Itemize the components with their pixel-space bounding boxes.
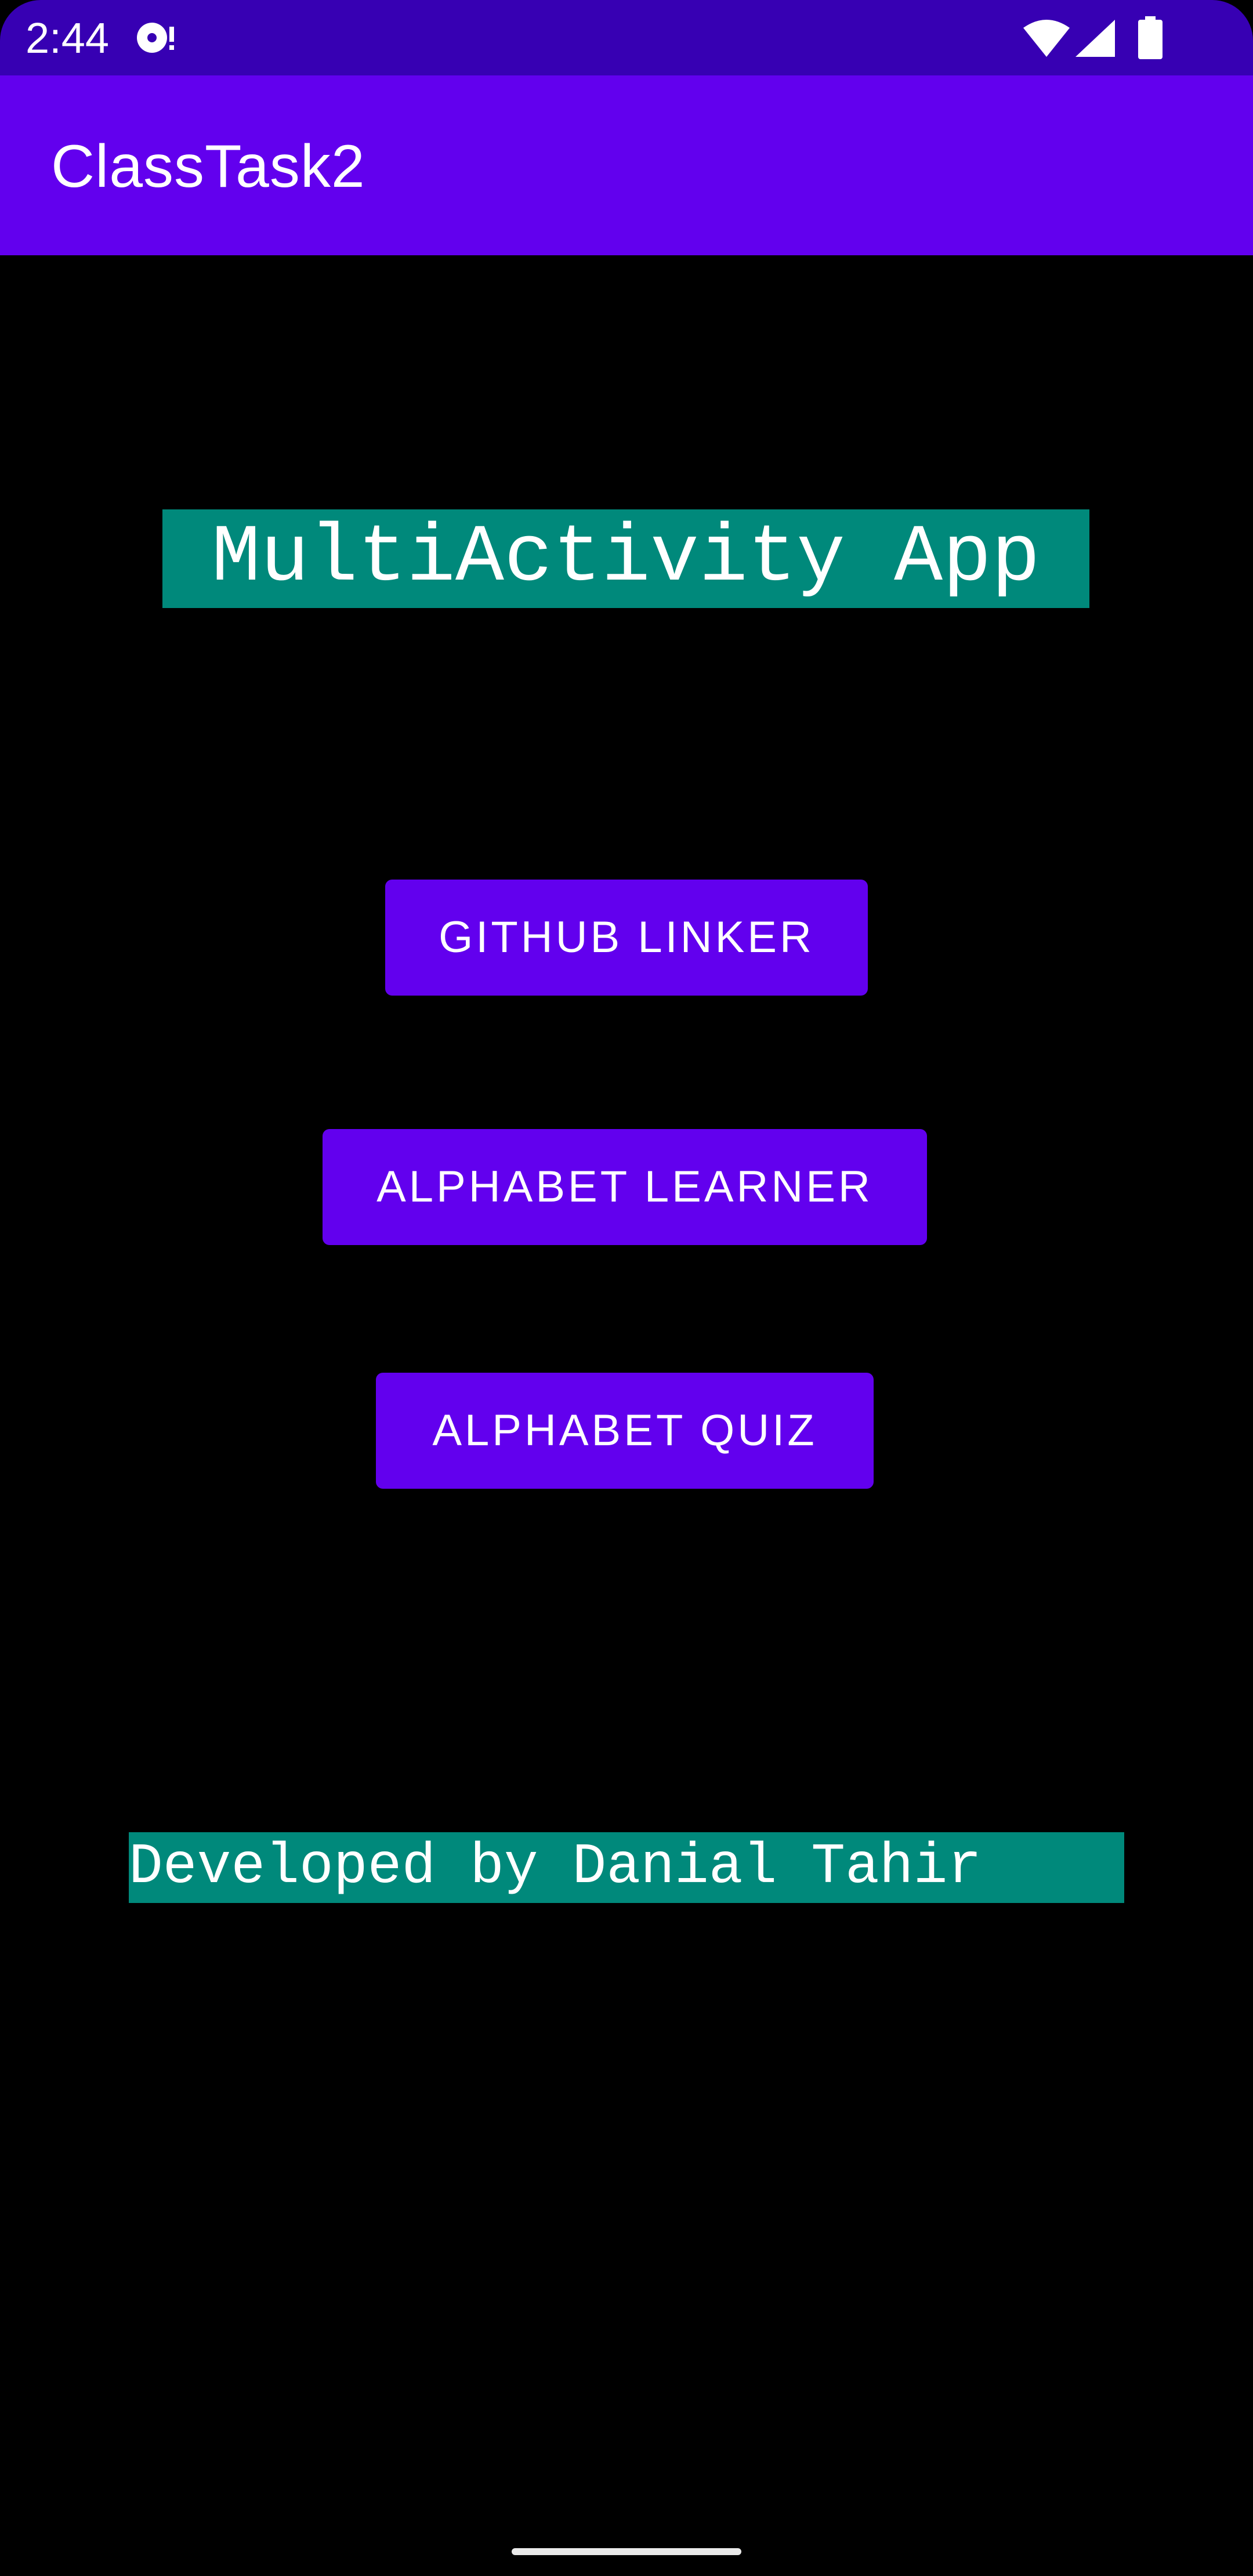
page-heading: MultiActivity App	[162, 509, 1089, 608]
signal-icon	[1075, 20, 1115, 57]
gesture-nav-handle[interactable]	[512, 2548, 741, 2555]
media-notification-icon	[137, 23, 174, 53]
app-screen: 2:44 ClassTask2 MultiActivity App GITHUB…	[0, 0, 1253, 2576]
battery-icon	[1138, 16, 1163, 59]
status-bar: 2:44	[0, 0, 1253, 75]
developer-credit: Developed by Danial Tahir	[129, 1832, 1124, 1903]
alphabet-learner-button[interactable]: ALPHABET LEARNER	[323, 1129, 927, 1245]
alphabet-quiz-button[interactable]: ALPHABET QUIZ	[376, 1373, 874, 1489]
app-title: ClassTask2	[51, 133, 365, 200]
wifi-icon	[1023, 20, 1070, 57]
github-linker-button[interactable]: GITHUB LINKER	[385, 880, 868, 996]
app-bar: ClassTask2	[0, 75, 1253, 255]
status-time: 2:44	[26, 14, 110, 62]
